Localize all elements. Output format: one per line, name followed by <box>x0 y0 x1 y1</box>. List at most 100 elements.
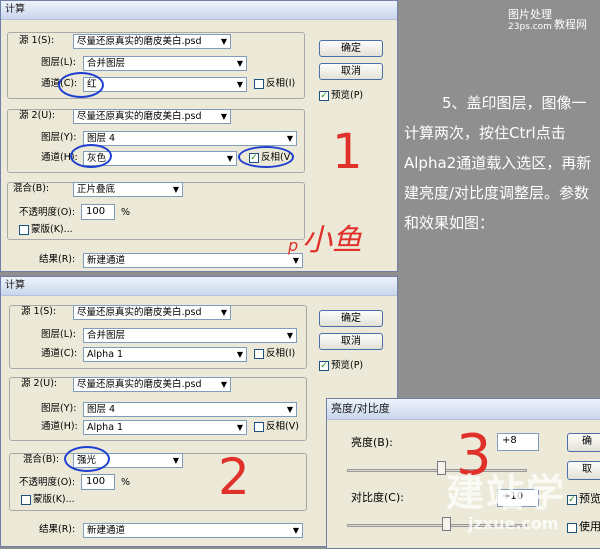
annotation-number-2: 2 <box>218 448 250 506</box>
dialog2-invert1-label: 反相(I) <box>266 348 296 359</box>
dialog2-title: 计算 <box>1 277 397 296</box>
chevron-down-icon: ▼ <box>218 110 230 123</box>
dialog2-preview-label: 预览(P) <box>331 360 364 371</box>
dialog2-opacity-label: 不透明度(O): <box>19 477 76 488</box>
chevron-down-icon: ▼ <box>234 57 246 70</box>
dialog2-source2-select[interactable]: 尽量还原真实的磨皮美白.psd ▼ <box>73 377 231 392</box>
dialog2-channel1-select[interactable]: Alpha 1 ▼ <box>83 347 247 362</box>
annotation-circle-hardlight <box>64 446 110 472</box>
dialog1-source2-select[interactable]: 尽量还原真实的磨皮美白.psd ▼ <box>73 109 231 124</box>
dialog3-brightness-input[interactable]: +8 <box>497 433 539 451</box>
dialog1-invert1-checkbox[interactable] <box>254 79 264 89</box>
dialog1-layer1-select[interactable]: 合并图层 ▼ <box>83 56 247 71</box>
dialog1-invert1-label: 反相(I) <box>266 78 296 89</box>
dialog1-layer2-label: 图层(Y): <box>41 132 77 143</box>
dialog1-source1-select[interactable]: 尽量还原真实的磨皮美白.psd ▼ <box>73 34 231 49</box>
dialog1-title: 计算 <box>1 1 397 20</box>
dialog2-source1-label: 源 1(S): <box>21 306 57 317</box>
dialog1-layer1-value: 合并图层 <box>87 58 126 69</box>
chevron-down-icon: ▼ <box>290 524 302 537</box>
chevron-down-icon: ▼ <box>218 306 230 319</box>
dialog2-result-value: 新建通道 <box>87 525 126 536</box>
dialog1-mask-checkbox[interactable] <box>19 225 29 235</box>
article-text: 5、盖印图层，图像一计算两次，按住Ctrl点击Alpha2通道载入选区，再新建亮… <box>404 94 592 232</box>
chevron-down-icon: ▼ <box>290 254 302 267</box>
dialog1-layer2-select[interactable]: 图层 4 ▼ <box>83 131 297 146</box>
dialog2-channel2-value: Alpha 1 <box>87 422 124 433</box>
watermark-line1: 图片处理 <box>508 8 552 21</box>
dialog2-layer1-select[interactable]: 合并图层 ▼ <box>83 328 297 343</box>
dialog1-opacity-unit: % <box>121 207 131 218</box>
annotation-circle-red-channel <box>58 72 104 98</box>
dialog1-result-value: 新建通道 <box>87 255 126 266</box>
dialog2-layer2-label: 图层(Y): <box>41 403 77 414</box>
dialog2-layer2-select[interactable]: 图层 4 ▼ <box>83 402 297 417</box>
dialog1-layer2-value: 图层 4 <box>87 133 116 144</box>
dialog1-blend-label: 混合(B): <box>13 183 50 194</box>
dialog2-result-select[interactable]: 新建通道 ▼ <box>83 523 303 538</box>
dialog1-layer1-label: 图层(L): <box>41 57 76 68</box>
dialog1-blend-select[interactable]: 正片叠底 ▼ <box>73 182 183 197</box>
dialog2-result-label: 结果(R): <box>39 524 76 535</box>
dialog2-mask-checkbox[interactable] <box>21 495 31 505</box>
watermark-line3: 教程网 <box>554 18 587 31</box>
dialog2-preview-checkbox[interactable]: ✓ <box>319 361 329 371</box>
chevron-down-icon: ▼ <box>218 35 230 48</box>
chevron-down-icon: ▼ <box>218 378 230 391</box>
dialog2-layer2-value: 图层 4 <box>87 404 116 415</box>
dialog3-brightness-label: 亮度(B): <box>351 436 393 449</box>
dialog1-result-select[interactable]: 新建通道 ▼ <box>83 253 303 268</box>
watermark-brand: 建站学 <box>446 471 567 515</box>
watermark-line2: 23ps.com <box>508 22 552 32</box>
chevron-down-icon: ▼ <box>284 132 296 145</box>
dialog2-opacity-input[interactable]: 100 <box>81 474 115 490</box>
dialog2-source1-value: 尽量还原真实的磨皮美白.psd <box>77 307 202 318</box>
dialog1-cancel-button[interactable]: 取消 <box>319 63 383 80</box>
chevron-down-icon: ▼ <box>234 78 246 91</box>
chevron-down-icon: ▼ <box>170 454 182 467</box>
dialog2-invert2-checkbox[interactable] <box>254 422 264 432</box>
top-watermark: 图片处理 23ps.com 教程网 <box>508 6 598 38</box>
author-signature: 小鱼 <box>302 223 362 258</box>
dialog1-result-label: 结果(R): <box>39 254 76 265</box>
dialog1-ok-button[interactable]: 确定 <box>319 40 383 57</box>
annotation-number-1: 1 <box>332 124 363 180</box>
dialog2-layer1-value: 合并图层 <box>87 330 126 341</box>
dialog2-source2-value: 尽量还原真实的磨皮美白.psd <box>77 379 202 390</box>
dialog2-layer1-label: 图层(L): <box>41 329 76 340</box>
dialog2-ok-button[interactable]: 确定 <box>319 310 383 327</box>
annotation-circle-gray-channel <box>70 144 112 168</box>
dialog1-channel1-select[interactable]: 红 ▼ <box>83 77 247 92</box>
dialog2-channel2-label: 通道(H): <box>41 421 78 432</box>
chevron-down-icon: ▼ <box>284 329 296 342</box>
dialog2-invert2-label: 反相(V) <box>266 421 299 432</box>
chevron-down-icon: ▼ <box>170 183 182 196</box>
dialog2-blend-label: 混合(B): <box>23 454 60 465</box>
dialog1-source2-label: 源 2(U): <box>19 110 56 121</box>
dialog2-channel1-value: Alpha 1 <box>87 349 124 360</box>
chevron-down-icon: ▼ <box>234 421 246 434</box>
dialog2-cancel-button[interactable]: 取消 <box>319 333 383 350</box>
annotation-prefix: p <box>288 236 299 255</box>
dialog1-opacity-input[interactable]: 100 <box>81 204 115 220</box>
dialog3-ok-button[interactable]: 确 <box>567 433 600 452</box>
watermark-url: jzxue.com <box>468 514 559 533</box>
dialog1-opacity-label: 不透明度(O): <box>19 207 76 218</box>
dialog2-channel1-label: 通道(C): <box>41 348 78 359</box>
dialog1-blend-value: 正片叠底 <box>77 184 116 195</box>
chevron-down-icon: ▼ <box>224 152 236 165</box>
chevron-down-icon: ▼ <box>284 403 296 416</box>
dialog2-mask-label: 蒙版(K)... <box>33 494 75 505</box>
dialog1-preview-label: 预览(P) <box>331 90 364 101</box>
bottom-watermark: 建站学 jzxue.com <box>440 462 600 547</box>
dialog2-channel2-select[interactable]: Alpha 1 ▼ <box>83 420 247 435</box>
dialog1-mask-label: 蒙版(K)... <box>31 224 73 235</box>
dialog1-preview-checkbox[interactable]: ✓ <box>319 91 329 101</box>
dialog1-source1-value: 尽量还原真实的磨皮美白.psd <box>77 36 202 47</box>
dialog1-source2-value: 尽量还原真实的磨皮美白.psd <box>77 111 202 122</box>
dialog2-source2-label: 源 2(U): <box>21 378 58 389</box>
dialog2-source1-select[interactable]: 尽量还原真实的磨皮美白.psd ▼ <box>73 305 231 320</box>
dialog2-invert1-checkbox[interactable] <box>254 349 264 359</box>
chevron-down-icon: ▼ <box>234 348 246 361</box>
annotation-circle-invert <box>238 146 294 168</box>
